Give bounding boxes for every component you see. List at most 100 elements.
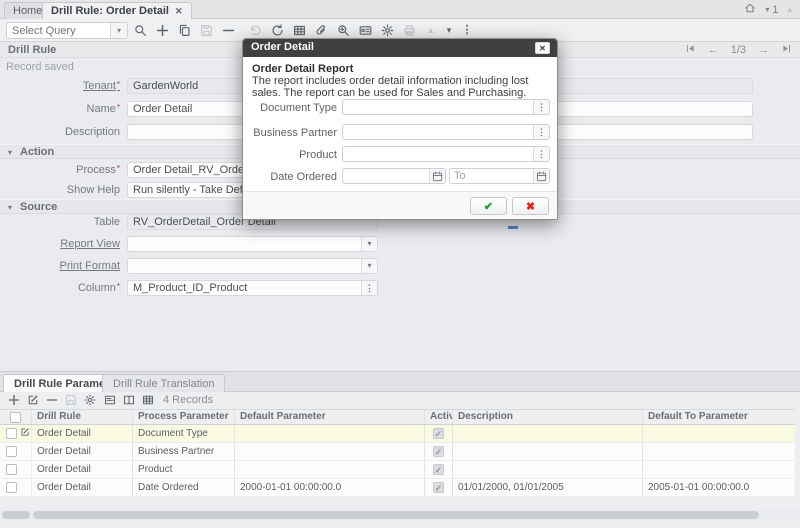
document-type-field[interactable]: ⋮ (342, 99, 550, 115)
date-ordered-to-field[interactable] (449, 168, 550, 184)
first-record-icon[interactable] (685, 43, 696, 57)
record-info-icon[interactable] (356, 22, 374, 39)
date-ordered-label: Date Ordered (251, 171, 337, 183)
delete-record-icon[interactable] (219, 22, 237, 39)
chevron-down-icon[interactable]: ▾ (361, 237, 377, 251)
record-lookup-icon[interactable]: ⋮ (361, 281, 377, 295)
table-row[interactable]: Order Detail Business Partner ✓ (0, 443, 795, 461)
workspace-switcher[interactable]: ▾ 1 (765, 4, 778, 16)
new-record-icon[interactable] (153, 22, 171, 39)
dialog-close-icon[interactable]: ✕ (535, 42, 550, 54)
attachment-icon[interactable] (312, 22, 330, 39)
scrollbar-thumb[interactable] (33, 511, 759, 519)
zoom-across-icon[interactable] (334, 22, 352, 39)
row-checkbox[interactable] (6, 428, 17, 439)
previous-record-icon[interactable]: ← (708, 45, 719, 56)
column-header[interactable]: Process Parameter (133, 410, 235, 424)
archive-up-icon[interactable]: ▴ (422, 22, 440, 39)
process-gear-icon[interactable] (81, 393, 98, 407)
cancel-button[interactable]: ✖ (512, 197, 549, 215)
next-record-icon[interactable]: → (758, 45, 769, 56)
select-all-checkbox[interactable] (0, 410, 32, 424)
table-row[interactable]: Order Detail Document Type ✓ (0, 425, 795, 443)
product-field[interactable]: ⋮ (342, 146, 550, 162)
column-header[interactable]: Active (425, 410, 453, 424)
print-format-field[interactable]: ▾ (127, 258, 378, 274)
table-row[interactable]: Order Detail Date Ordered 2000-01-01 00:… (0, 479, 795, 497)
record-lookup-icon[interactable]: ⋮ (533, 125, 549, 139)
product-label: Product (251, 149, 337, 161)
tab-home-label: Home (13, 5, 42, 17)
document-type-input[interactable] (343, 100, 533, 114)
row-checkbox[interactable] (6, 464, 17, 475)
horizontal-scrollbar[interactable] (0, 509, 800, 521)
print-icon[interactable] (400, 22, 418, 39)
name-label: Name* (0, 103, 120, 115)
date-ordered-from-input[interactable] (343, 169, 429, 183)
last-record-icon[interactable] (781, 43, 792, 57)
column-header[interactable]: Description (453, 410, 643, 424)
record-position: 1/3 (731, 44, 746, 56)
workspace-number: 1 (772, 4, 778, 16)
edit-row-icon[interactable] (24, 393, 41, 407)
date-ordered-to-input[interactable] (450, 169, 533, 183)
find-record-icon[interactable] (131, 22, 149, 39)
column-header[interactable]: Drill Rule (32, 410, 133, 424)
business-partner-input[interactable] (343, 125, 533, 139)
column-header[interactable]: Default Parameter (235, 410, 425, 424)
window-tab-bar: Home Drill Rule: Order Detail ✕ ▾ 1 ▴ (0, 0, 800, 19)
dialog-header[interactable]: Order Detail ✕ (243, 39, 557, 57)
report-view-label[interactable]: Report View (0, 238, 120, 250)
chevron-down-icon[interactable]: ▾ (110, 23, 127, 38)
save-record-icon[interactable] (197, 22, 215, 39)
kebab-menu-icon[interactable]: ⋮ (458, 22, 476, 39)
calendar-icon[interactable] (429, 169, 445, 183)
row-checkbox[interactable] (6, 482, 17, 493)
undo-icon[interactable] (246, 22, 264, 39)
section-collapse-icon: ▾ (8, 203, 12, 212)
row-checkbox[interactable] (6, 446, 17, 457)
product-input[interactable] (343, 147, 533, 161)
record-lookup-icon[interactable]: ⋮ (533, 147, 549, 161)
section-collapse-icon: ▾ (8, 148, 12, 157)
split-view-icon[interactable] (120, 393, 137, 407)
select-query-input[interactable] (7, 23, 111, 38)
active-checkbox: ✓ (433, 428, 444, 439)
report-view-field[interactable]: ▾ (127, 236, 378, 252)
business-partner-label: Business Partner (251, 127, 337, 139)
calendar-icon[interactable] (533, 169, 549, 183)
home-icon[interactable] (744, 2, 756, 17)
new-row-icon[interactable] (5, 393, 22, 407)
grid-view-icon[interactable] (139, 393, 156, 407)
edit-row-icon[interactable] (20, 427, 30, 440)
frozen-scrollbar-thumb[interactable] (2, 511, 30, 519)
tenant-label[interactable]: Tenant* (0, 80, 120, 92)
order-detail-dialog: Order Detail ✕ Order Detail Report The r… (242, 38, 558, 220)
record-lookup-icon[interactable]: ⋮ (533, 100, 549, 114)
tab-close-icon[interactable]: ✕ (175, 6, 183, 17)
print-format-label[interactable]: Print Format (0, 260, 120, 272)
copy-record-icon[interactable] (175, 22, 193, 39)
save-row-icon[interactable] (62, 393, 79, 407)
tab-drill-rule-translation[interactable]: Drill Rule Translation (102, 374, 225, 392)
column-header[interactable]: Default To Parameter (643, 410, 795, 424)
tab-drill-rule-label: Drill Rule: Order Detail (51, 5, 169, 17)
quick-form-icon[interactable] (101, 393, 118, 407)
business-partner-field[interactable]: ⋮ (342, 124, 550, 140)
tab-drill-rule[interactable]: Drill Rule: Order Detail ✕ (42, 2, 192, 19)
grid-header-row: Drill Rule Process Parameter Default Par… (0, 410, 795, 425)
refresh-icon[interactable] (268, 22, 286, 39)
column-field[interactable]: M_Product_ID_Product ⋮ (127, 280, 378, 296)
select-query-combo[interactable]: ▾ (6, 22, 128, 39)
collapse-header-icon[interactable]: ▴ (787, 5, 792, 14)
ok-button[interactable]: ✔ (470, 197, 507, 215)
process-gear-icon[interactable] (378, 22, 396, 39)
delete-row-icon[interactable] (43, 393, 60, 407)
status-message: Record saved (6, 61, 74, 73)
chevron-down-icon[interactable]: ▾ (361, 259, 377, 273)
date-ordered-from-field[interactable] (342, 168, 446, 184)
table-row[interactable]: Order Detail Product ✓ (0, 461, 795, 479)
grid-toggle-icon[interactable] (290, 22, 308, 39)
active-checkbox: ✓ (433, 464, 444, 475)
more-tools-icon[interactable]: ▾ (440, 22, 458, 39)
